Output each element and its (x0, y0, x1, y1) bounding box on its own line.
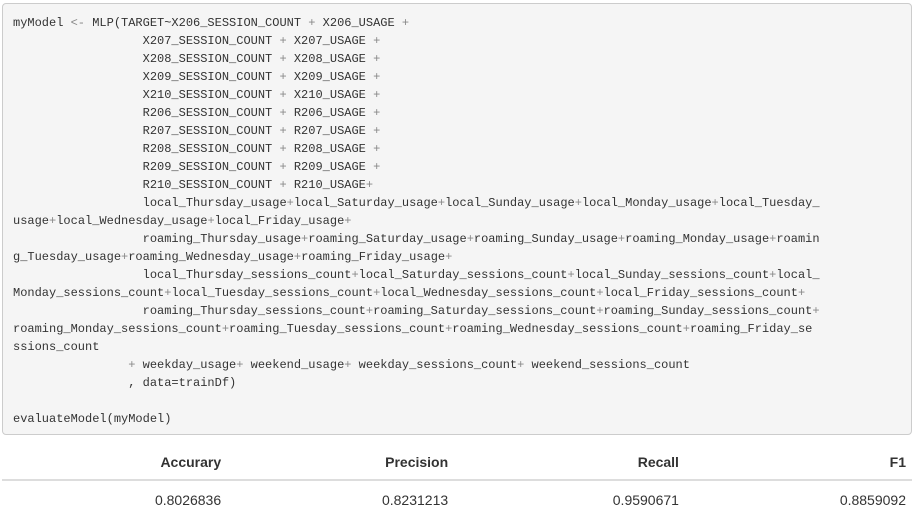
code-operator: + (682, 322, 690, 336)
code-line: X208_SESSION_COUNT + X208_USAGE + (13, 52, 381, 66)
code-operator: + (279, 160, 287, 174)
code-operator: + (373, 286, 381, 300)
table-row: 0.8026836 0.8231213 0.9590671 0.8859092 (2, 480, 912, 513)
code-line: roaming_Monday_sessions_count+roaming_Tu… (13, 322, 813, 336)
code-line: myModel <- MLP(TARGET~X206_SESSION_COUNT… (13, 16, 410, 30)
code-operator: + (279, 34, 287, 48)
code-lines: myModel <- MLP(TARGET~X206_SESSION_COUNT… (13, 14, 911, 428)
code-operator: + (373, 52, 381, 66)
code-operator: + (207, 214, 215, 228)
code-operator: + (574, 196, 582, 210)
cell-accurary: 0.8026836 (154, 491, 222, 508)
code-operator: + (711, 196, 719, 210)
code-operator: <- (70, 16, 86, 30)
results-header-row: Accurary Precision Recall F1 (2, 445, 912, 481)
code-line: R206_SESSION_COUNT + R206_USAGE + (13, 106, 381, 120)
code-operator: + (812, 304, 820, 318)
code-line: X207_SESSION_COUNT + X207_USAGE + (13, 34, 381, 48)
code-line: R208_SESSION_COUNT + R208_USAGE + (13, 142, 381, 156)
header-accurary: Accurary (2, 445, 228, 481)
header-precision: Precision (227, 445, 455, 481)
code-line: usage+local_Wednesday_usage+local_Friday… (13, 214, 352, 228)
code-line: g_Tuesday_usage+roaming_Wednesday_usage+… (13, 250, 453, 264)
code-operator: + (466, 232, 474, 246)
code-operator: + (769, 268, 777, 282)
code-line: roaming_Thursday_usage+roaming_Saturday_… (13, 232, 820, 246)
code-operator: + (373, 70, 381, 84)
code-line: X210_SESSION_COUNT + X210_USAGE + (13, 88, 381, 102)
code-operator: + (308, 16, 316, 30)
code-line: local_Thursday_usage+local_Saturday_usag… (13, 196, 820, 210)
code-operator: + (121, 250, 129, 264)
code-line: , data=trainDf) (13, 376, 237, 390)
code-operator: + (373, 160, 381, 174)
code-operator: + (437, 196, 446, 210)
code-operator: + (279, 106, 287, 120)
code-operator: + (279, 88, 287, 102)
code-operator: + (128, 358, 136, 372)
code-operator: + (365, 304, 374, 318)
header-f1: F1 (684, 445, 912, 481)
code-operator: + (286, 196, 294, 210)
code-operator: + (373, 34, 381, 48)
code-operator: + (344, 358, 352, 372)
code-operator: + (797, 286, 806, 300)
code-operator: + (164, 286, 172, 300)
code-operator: + (401, 16, 410, 30)
code-operator: + (373, 124, 381, 138)
code-operator: + (596, 286, 604, 300)
code-operator: + (517, 358, 525, 372)
code-operator: + (301, 232, 309, 246)
code-operator: + (365, 178, 374, 192)
code-operator: + (221, 322, 230, 336)
code-operator: + (445, 322, 453, 336)
code-line: R207_SESSION_COUNT + R207_USAGE + (13, 124, 381, 138)
code-operator: + (279, 142, 287, 156)
cell-f1: 0.8859092 (839, 491, 906, 508)
code-operator: + (769, 232, 777, 246)
results-table: Accurary Precision Recall F1 0.8026836 0… (2, 445, 912, 513)
code-line: R210_SESSION_COUNT + R210_USAGE+ (13, 178, 374, 192)
code-operator: + (373, 106, 381, 120)
cell-recall: 0.9590671 (612, 491, 679, 508)
code-operator: + (617, 232, 626, 246)
code-operator: + (279, 70, 287, 84)
code-operator: + (236, 358, 244, 372)
code-operator: + (373, 88, 381, 102)
code-operator: + (567, 268, 575, 282)
code-operator: + (351, 268, 359, 282)
code-line: X209_SESSION_COUNT + X209_USAGE + (13, 70, 381, 84)
code-operator: + (344, 214, 352, 228)
code-line: roaming_Thursday_sessions_count+roaming_… (13, 304, 820, 318)
code-operator: + (279, 52, 287, 66)
code-block: myModel <- MLP(TARGET~X206_SESSION_COUNT… (2, 3, 912, 435)
header-recall: Recall (454, 445, 685, 481)
code-operator: + (373, 142, 381, 156)
code-line: Monday_sessions_count+local_Tuesday_sess… (13, 286, 806, 300)
code-operator: + (279, 178, 287, 192)
code-line: + weekday_usage+ weekend_usage+ weekday_… (128, 358, 690, 372)
code-operator: + (293, 250, 302, 264)
cell-precision: 0.8231213 (381, 491, 449, 508)
code-operator: + (445, 250, 453, 264)
code-operator: + (279, 124, 287, 138)
code-line: evaluateModel(myModel) (13, 412, 172, 426)
code-line: local_Thursday_sessions_count+local_Satu… (13, 268, 820, 282)
code-line: R209_SESSION_COUNT + R209_USAGE + (13, 160, 381, 174)
code-operator: + (596, 304, 604, 318)
code-operator: + (49, 214, 57, 228)
code-line: ssions_count (13, 340, 100, 354)
